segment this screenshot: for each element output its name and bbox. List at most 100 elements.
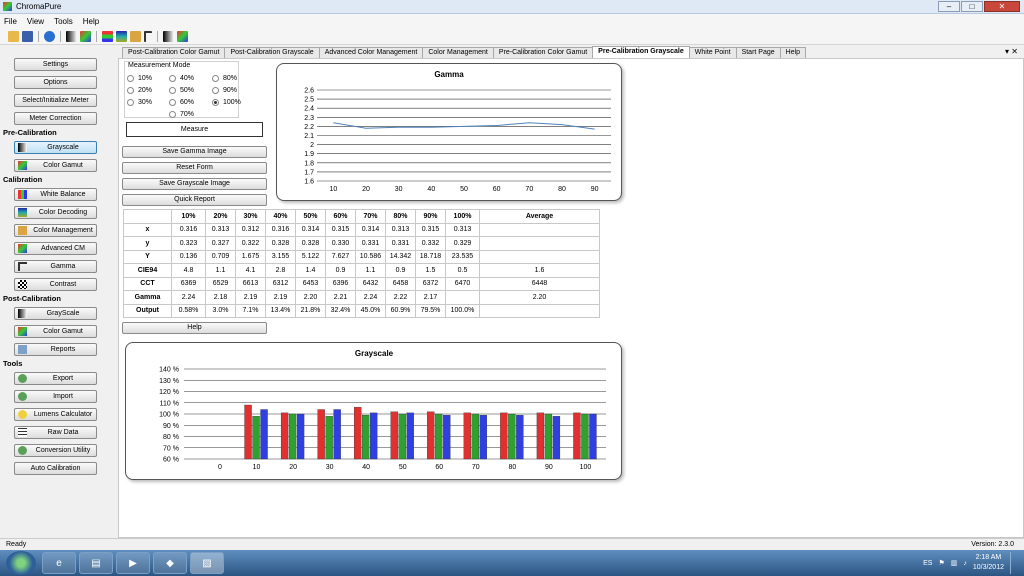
tab-pre-calibration-grayscale[interactable]: Pre-Calibration Grayscale bbox=[592, 46, 690, 58]
flag-icon[interactable]: ⚑ bbox=[938, 559, 944, 567]
gamma-button[interactable]: Gamma bbox=[14, 260, 97, 273]
explorer-icon[interactable]: ▤ bbox=[79, 552, 113, 574]
table-cell: 6372 bbox=[415, 276, 446, 291]
tab-post-calibration-color-gamut[interactable]: Post-Calibration Color Gamut bbox=[122, 47, 226, 58]
tab-color-management[interactable]: Color Management bbox=[422, 47, 494, 58]
export-button[interactable]: Export bbox=[14, 372, 97, 385]
radio-30[interactable]: 30% bbox=[127, 99, 152, 106]
radio-100[interactable]: 100% bbox=[212, 99, 241, 106]
tab-post-calibration-grayscale[interactable]: Post-Calibration Grayscale bbox=[224, 47, 320, 58]
gamut-icon[interactable] bbox=[80, 30, 91, 42]
reports-button[interactable]: Reports bbox=[14, 343, 97, 356]
clock[interactable]: 2:18 AM 10/3/2012 bbox=[973, 553, 1004, 573]
radio-90[interactable]: 90% bbox=[212, 87, 237, 94]
save-gamma-image-button[interactable]: Save Gamma Image bbox=[122, 146, 267, 158]
color-decoding-icon[interactable] bbox=[116, 30, 127, 42]
media-player-icon[interactable]: ▶ bbox=[116, 552, 150, 574]
tab-white-point[interactable]: White Point bbox=[688, 47, 737, 58]
ie-icon[interactable]: e bbox=[42, 552, 76, 574]
conversion-icon bbox=[18, 446, 27, 455]
conversion-utility-button[interactable]: Conversion Utility bbox=[14, 444, 97, 457]
x-tick-label: 80 bbox=[508, 464, 516, 471]
radio-20[interactable]: 20% bbox=[127, 87, 152, 94]
radio-80[interactable]: 80% bbox=[212, 75, 237, 82]
network-icon[interactable]: ▥ bbox=[951, 559, 958, 567]
menu-file[interactable]: File bbox=[4, 17, 17, 26]
grayscale-icon[interactable] bbox=[66, 30, 77, 42]
language-indicator[interactable]: ES bbox=[923, 560, 932, 567]
raw-data-button[interactable]: Raw Data bbox=[14, 426, 97, 439]
table-row: Y 0.136 0.709 1.675 3.155 5.122 7.627 10.586 14.… bbox=[123, 249, 600, 264]
menu-tools[interactable]: Tools bbox=[54, 17, 73, 26]
menu-help[interactable]: Help bbox=[83, 17, 99, 26]
import-button[interactable]: Import bbox=[14, 390, 97, 403]
white-balance-button[interactable]: White Balance bbox=[14, 188, 97, 201]
lumens-calculator-button[interactable]: Lumens Calculator bbox=[14, 408, 97, 421]
grayscale-bar bbox=[544, 413, 553, 460]
tab-help[interactable]: Help bbox=[779, 47, 807, 58]
post-grayscale-icon[interactable] bbox=[163, 30, 174, 42]
network-app-icon[interactable]: ◆ bbox=[153, 552, 187, 574]
column-header: 10% bbox=[171, 209, 206, 224]
radio-50[interactable]: 50% bbox=[169, 87, 194, 94]
menu-view[interactable]: View bbox=[27, 17, 44, 26]
start-button[interactable] bbox=[6, 551, 36, 575]
measurement-mode-group: Measurement Mode 10% 40% 80% 20% 50% 90%… bbox=[124, 61, 241, 118]
table-cell: 0.331 bbox=[385, 236, 416, 251]
close-button[interactable]: ✕ bbox=[984, 1, 1020, 12]
meter-correction-button[interactable]: Meter Correction bbox=[14, 112, 97, 125]
table-cell: 0.315 bbox=[415, 222, 446, 237]
radio-10[interactable]: 10% bbox=[127, 75, 152, 82]
options-button[interactable]: Options bbox=[14, 76, 97, 89]
tab-pre-calibration-color-gamut[interactable]: Pre-Calibration Color Gamut bbox=[492, 47, 594, 58]
gamut-icon bbox=[18, 327, 27, 336]
grayscale-bar bbox=[479, 414, 487, 460]
volume-icon[interactable]: ♪ bbox=[963, 560, 967, 567]
open-icon[interactable] bbox=[8, 30, 19, 42]
radio-60[interactable]: 60% bbox=[169, 99, 194, 106]
minimize-button[interactable]: – bbox=[938, 1, 960, 12]
select-meter-button[interactable]: Select/Initialize Meter bbox=[14, 94, 97, 107]
radio-70[interactable]: 70% bbox=[169, 111, 194, 118]
save-grayscale-image-button[interactable]: Save Grayscale Image bbox=[122, 178, 267, 190]
gamma-label: Gamma bbox=[50, 263, 76, 270]
table-cell: 100.0% bbox=[445, 303, 480, 318]
tab-start-page[interactable]: Start Page bbox=[735, 47, 781, 58]
chromapure-taskbar-icon[interactable]: ▨ bbox=[190, 552, 224, 574]
post-gamut-icon[interactable] bbox=[177, 30, 188, 42]
gamma-icon[interactable] bbox=[144, 30, 152, 42]
quick-report-button[interactable]: Quick Report bbox=[122, 194, 267, 206]
measure-button[interactable]: Measure bbox=[126, 122, 263, 137]
white-balance-icon[interactable] bbox=[102, 30, 113, 42]
radio-circle bbox=[169, 87, 176, 94]
contrast-button[interactable]: Contrast bbox=[14, 278, 97, 291]
reset-form-button[interactable]: Reset Form bbox=[122, 162, 267, 174]
help-icon[interactable] bbox=[44, 30, 55, 42]
x-tick-label: 40 bbox=[362, 464, 370, 471]
pre-color-gamut-button[interactable]: Color Gamut bbox=[14, 159, 97, 172]
help-button[interactable]: Help bbox=[122, 322, 267, 334]
save-icon[interactable] bbox=[22, 30, 33, 42]
post-color-gamut-button[interactable]: Color Gamut bbox=[14, 325, 97, 338]
color-management-icon[interactable] bbox=[130, 30, 141, 42]
color-decoding-button[interactable]: Color Decoding bbox=[14, 206, 97, 219]
pre-grayscale-button[interactable]: Grayscale bbox=[14, 141, 97, 154]
chart-title: Gamma bbox=[434, 70, 464, 79]
radio-40[interactable]: 40% bbox=[169, 75, 194, 82]
table-row: Gamma 2.24 2.18 2.19 2.19 2.20 2.21 2.24 2.22 2.1… bbox=[123, 290, 600, 305]
tab-controls[interactable]: ▾ ✕ bbox=[1005, 47, 1018, 56]
advanced-cm-button[interactable]: Advanced CM bbox=[14, 242, 97, 255]
tab-advanced-color-management[interactable]: Advanced Color Management bbox=[318, 47, 424, 58]
color-management-button[interactable]: Color Management bbox=[14, 224, 97, 237]
settings-button[interactable]: Settings bbox=[14, 58, 97, 71]
auto-calibration-button[interactable]: Auto Calibration bbox=[14, 462, 97, 475]
table-cell: 6529 bbox=[205, 276, 236, 291]
table-cell: 0.316 bbox=[265, 222, 296, 237]
grayscale-bar bbox=[406, 412, 414, 460]
clock-time: 2:18 AM bbox=[975, 554, 1002, 561]
show-desktop-button[interactable] bbox=[1010, 552, 1018, 574]
post-grayscale-button[interactable]: GrayScale bbox=[14, 307, 97, 320]
table-cell: 6312 bbox=[265, 276, 296, 291]
maximize-button[interactable]: □ bbox=[961, 1, 983, 12]
contrast-label: Contrast bbox=[49, 281, 77, 288]
